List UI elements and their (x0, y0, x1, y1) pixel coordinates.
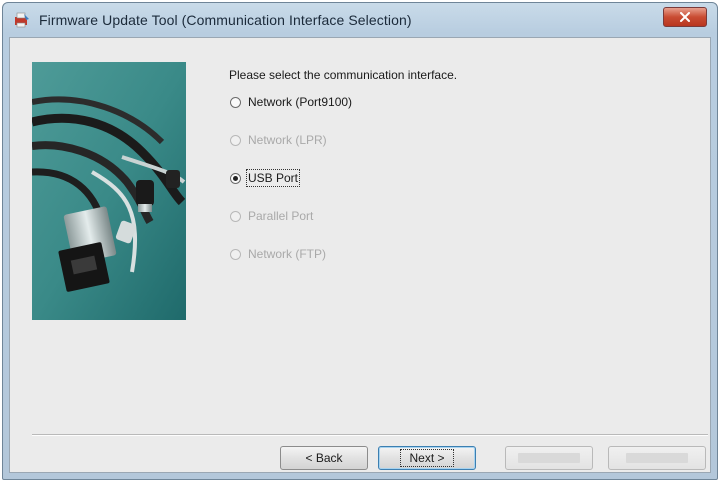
cancel-button (608, 446, 706, 470)
close-icon (680, 12, 690, 22)
back-button-label: < Back (305, 451, 343, 465)
radio-network-ftp: Network (FTP) (230, 247, 326, 261)
dialog-client-area: Please select the communication interfac… (9, 37, 711, 473)
radio-usb-port[interactable]: USB Port (230, 169, 301, 187)
button-blank-label (626, 453, 688, 463)
window-title: Firmware Update Tool (Communication Inte… (39, 12, 412, 28)
radio-button[interactable] (230, 96, 241, 108)
dialog-window: Firmware Update Tool (Communication Inte… (2, 2, 718, 480)
radio-network-port9100[interactable]: Network (Port9100) (230, 95, 352, 109)
radio-label[interactable]: USB Port (245, 169, 301, 187)
button-blank-label (518, 453, 580, 463)
next-button[interactable]: Next > (378, 446, 476, 470)
radio-button (230, 248, 241, 260)
button-separator (32, 434, 708, 436)
radio-button-selected[interactable] (230, 172, 241, 184)
radio-parallel-port: Parallel Port (230, 209, 313, 223)
radio-label: Parallel Port (248, 209, 314, 223)
radio-label[interactable]: Network (Port9100) (248, 95, 352, 109)
radio-network-lpr: Network (LPR) (230, 133, 327, 147)
radio-button (230, 134, 241, 146)
radio-button (230, 210, 241, 222)
title-bar[interactable]: Firmware Update Tool (Communication Inte… (3, 3, 717, 37)
back-button[interactable]: < Back (280, 446, 368, 470)
radio-label: Network (LPR) (248, 133, 327, 147)
finish-button (505, 446, 593, 470)
instruction-text: Please select the communication interfac… (229, 68, 458, 82)
printer-app-icon (13, 11, 31, 29)
next-button-label: Next > (400, 449, 454, 467)
close-button[interactable] (663, 7, 707, 27)
radio-label: Network (FTP) (248, 247, 326, 261)
cable-photo-image (32, 62, 186, 320)
